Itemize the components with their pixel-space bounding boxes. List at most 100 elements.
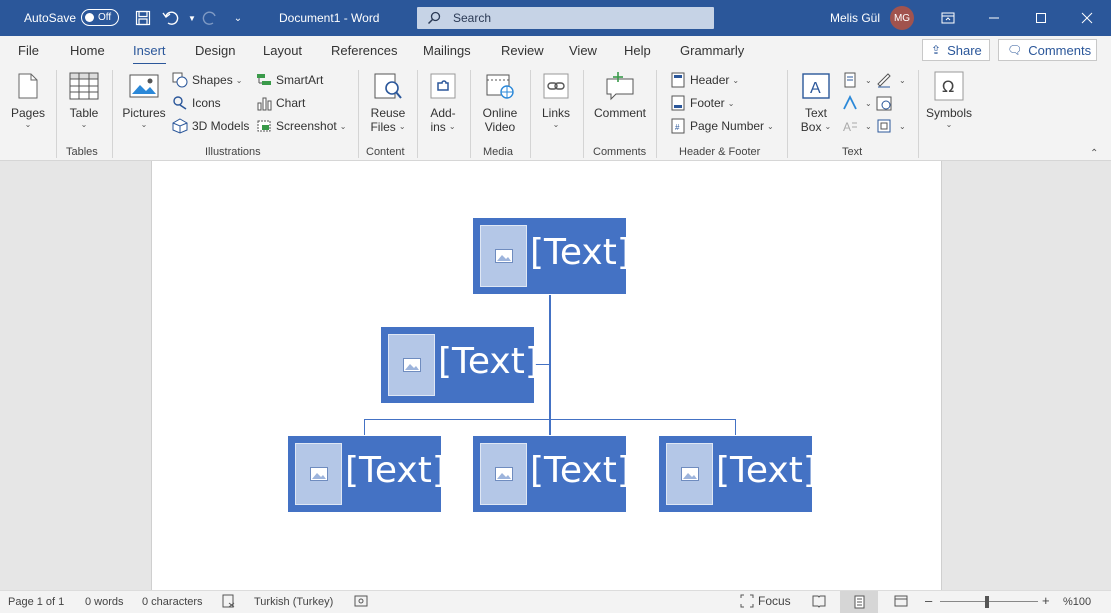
shapes-button[interactable]: Shapes ⌄ <box>172 72 242 88</box>
minimize-icon[interactable] <box>971 0 1017 36</box>
chart-button[interactable]: Chart <box>256 95 305 111</box>
wordart-button[interactable]: ⌄ <box>842 95 872 111</box>
smartart-node-text[interactable]: [Text] <box>345 450 446 491</box>
symbols-button[interactable]: Ω Symbols ⌄ <box>926 70 972 130</box>
smartart-node-text[interactable]: [Text] <box>438 341 539 382</box>
proofing-icon[interactable] <box>222 594 236 608</box>
screenshot-button[interactable]: Screenshot ⌄ <box>256 118 346 134</box>
comment-button[interactable]: Comment <box>592 70 648 120</box>
zoom-slider-thumb[interactable] <box>985 596 989 608</box>
user-name[interactable]: Melis Gül <box>830 0 880 36</box>
tab-home[interactable]: Home <box>70 43 105 58</box>
pages-button[interactable]: Pages ⌄ <box>10 70 46 130</box>
undo-dropdown-icon[interactable]: ▼ <box>182 0 202 36</box>
date-time-button[interactable] <box>876 95 896 111</box>
tables-group-label: Tables <box>66 146 98 158</box>
smartart-node-text[interactable]: [Text] <box>530 232 631 273</box>
tab-design[interactable]: Design <box>195 43 235 58</box>
page-number-button[interactable]: # Page Number ⌄ <box>670 118 774 134</box>
zoom-level[interactable]: %100 <box>1063 596 1091 608</box>
tab-file[interactable]: File <box>18 43 39 58</box>
tab-references[interactable]: References <box>331 43 397 58</box>
tab-grammarly[interactable]: Grammarly <box>680 43 744 58</box>
picture-placeholder-icon[interactable] <box>480 225 527 287</box>
document-area: [Text] [Text] [Text] [Text] [Text] <box>0 161 1111 590</box>
header-button[interactable]: Header ⌄ <box>670 72 739 88</box>
tab-review[interactable]: Review <box>501 43 544 58</box>
language[interactable]: Turkish (Turkey) <box>254 596 333 608</box>
table-button[interactable]: Table ⌄ <box>66 70 102 130</box>
add-ins-button[interactable]: Add- ins ⌄ <box>425 70 461 134</box>
smartart-node-assistant[interactable]: [Text] <box>381 327 539 403</box>
signature-line-button[interactable]: ⌄ <box>876 72 906 88</box>
picture-placeholder-icon[interactable] <box>388 334 435 396</box>
smartart-node-text[interactable]: [Text] <box>530 450 631 491</box>
text-box-label-2: Box <box>800 120 822 134</box>
tab-help[interactable]: Help <box>624 43 651 58</box>
undo-icon[interactable] <box>161 0 181 36</box>
table-label: Table <box>69 106 99 120</box>
icons-button[interactable]: Icons <box>172 95 221 111</box>
accessibility-icon[interactable] <box>354 594 368 608</box>
links-label: Links <box>541 106 570 120</box>
smartart-node-child-2[interactable]: [Text] <box>473 436 631 512</box>
new-comment-icon <box>604 70 636 102</box>
focus-mode-button[interactable]: Focus <box>740 594 791 608</box>
tab-view[interactable]: View <box>569 43 597 58</box>
smartart-button[interactable]: SmartArt <box>256 72 323 88</box>
add-ins-icon <box>429 70 457 102</box>
tab-insert[interactable]: Insert <box>133 43 166 66</box>
zoom-in-icon[interactable]: + <box>1042 593 1050 608</box>
picture-placeholder-icon[interactable] <box>295 443 342 505</box>
smartart-node-child-1[interactable]: [Text] <box>288 436 446 512</box>
ribbon-display-options-icon[interactable] <box>925 0 971 36</box>
smartart-node-text[interactable]: [Text] <box>716 450 817 491</box>
chart-icon <box>256 95 272 111</box>
web-layout-icon[interactable] <box>894 594 908 608</box>
picture-placeholder-icon[interactable] <box>666 443 713 505</box>
chevron-down-icon: ⌄ <box>945 120 953 129</box>
maximize-icon[interactable] <box>1018 0 1064 36</box>
page-count[interactable]: Page 1 of 1 <box>8 596 64 608</box>
print-layout-icon[interactable] <box>840 591 878 613</box>
page-number-label: Page Number <box>690 119 765 133</box>
save-icon[interactable] <box>133 0 153 36</box>
zoom-slider[interactable] <box>940 601 1038 602</box>
document-page[interactable]: [Text] [Text] [Text] [Text] [Text] <box>151 161 942 590</box>
quick-parts-button[interactable]: ⌄ <box>842 72 872 88</box>
group-divider <box>656 70 657 158</box>
links-button[interactable]: Links ⌄ <box>538 70 574 130</box>
search-box[interactable]: Search <box>417 7 714 29</box>
character-count[interactable]: 0 characters <box>142 596 203 608</box>
wordart-icon <box>842 95 858 111</box>
text-box-button[interactable]: A Text Box ⌄ <box>797 70 835 134</box>
reuse-files-button[interactable]: Reuse Files ⌄ <box>368 70 408 134</box>
word-count[interactable]: 0 words <box>85 596 124 608</box>
redo-icon[interactable] <box>200 0 220 36</box>
object-button[interactable]: ⌄ <box>876 118 906 134</box>
collapse-ribbon-icon[interactable]: ⌃ <box>1090 148 1098 159</box>
customize-qat-icon[interactable]: ⌄ <box>228 0 248 36</box>
online-video-button[interactable]: Online Video <box>478 70 522 134</box>
smartart-node-child-3[interactable]: [Text] <box>659 436 817 512</box>
tab-mailings[interactable]: Mailings <box>423 43 471 58</box>
share-button[interactable]: ⇪ Share <box>922 39 990 61</box>
pictures-button[interactable]: Pictures ⌄ <box>122 70 166 130</box>
footer-button[interactable]: Footer ⌄ <box>670 95 734 111</box>
smartart-node-top[interactable]: [Text] <box>473 218 631 294</box>
zoom-out-icon[interactable]: – <box>925 593 932 608</box>
header-label: Header <box>690 73 730 87</box>
3d-models-button[interactable]: 3D Models <box>172 118 249 134</box>
picture-placeholder-icon[interactable] <box>480 443 527 505</box>
footer-icon <box>670 95 686 111</box>
comments-button[interactable]: 🗨 Comments <box>998 39 1097 61</box>
content-group-label: Content <box>366 146 405 158</box>
tab-layout[interactable]: Layout <box>263 43 302 58</box>
read-mode-icon[interactable] <box>812 594 826 608</box>
avatar[interactable]: MG <box>890 6 914 30</box>
chevron-down-icon: ⌄ <box>727 98 735 108</box>
autosave-toggle[interactable]: Off <box>81 9 119 26</box>
close-icon[interactable] <box>1064 0 1110 36</box>
autosave-label: AutoSave <box>24 11 77 25</box>
drop-cap-button[interactable]: A ⌄ <box>842 118 872 134</box>
